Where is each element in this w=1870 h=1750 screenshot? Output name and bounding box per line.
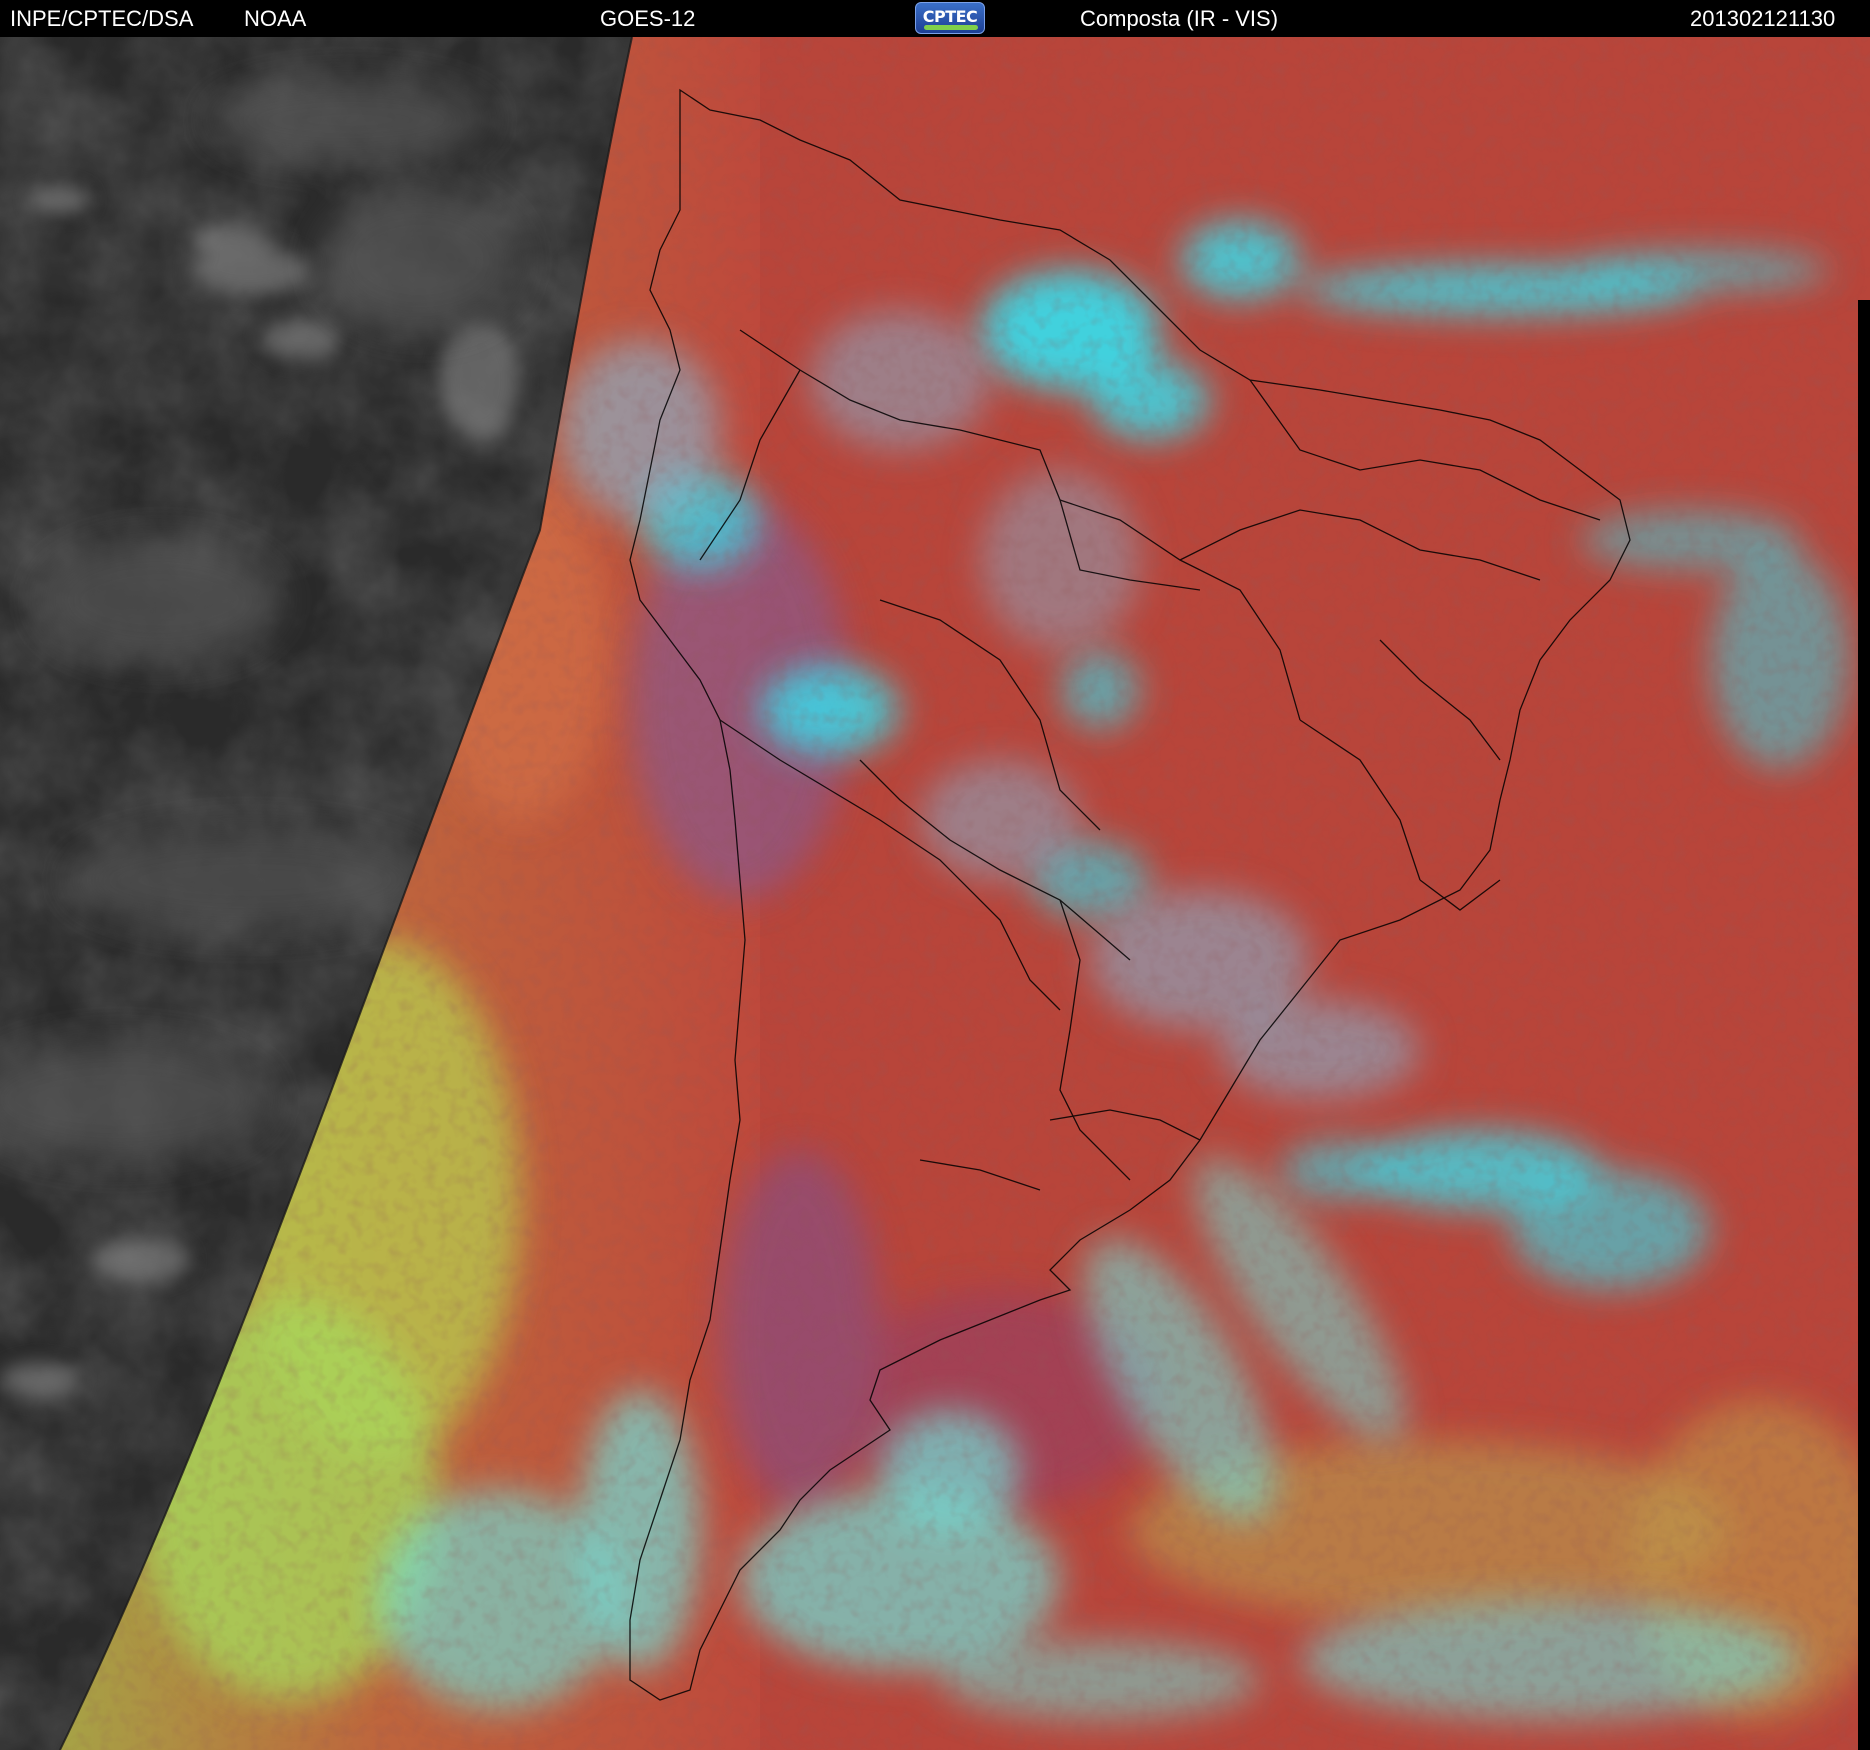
timestamp-label: 201302121130 xyxy=(1690,6,1836,31)
logo-text: CPTEC xyxy=(922,7,978,26)
right-edge-strip xyxy=(1858,300,1870,1750)
satellite-label: GOES-12 xyxy=(600,6,696,31)
agency-label: NOAA xyxy=(244,6,307,31)
cptec-logo-icon: CPTEC xyxy=(915,2,985,34)
product-label: Composta (IR - VIS) xyxy=(1080,6,1279,31)
satellite-image xyxy=(0,37,1870,1750)
logo-swoosh xyxy=(924,25,978,30)
source-label: INPE/CPTEC/DSA xyxy=(10,6,194,31)
